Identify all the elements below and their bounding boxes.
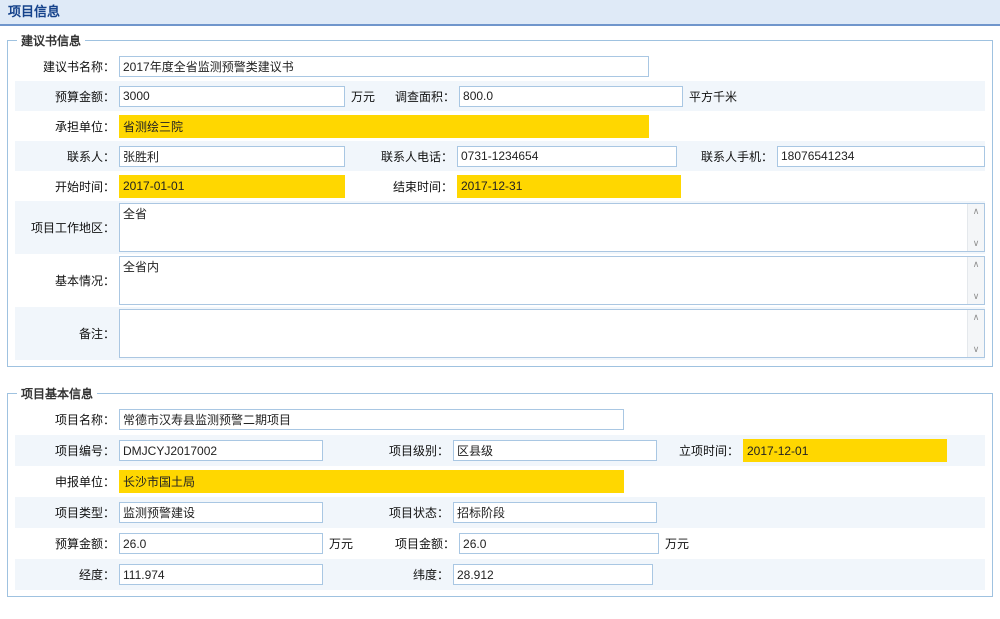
- scroll-up-icon[interactable]: ∧: [973, 260, 980, 269]
- undertaking-unit-input[interactable]: [119, 115, 649, 138]
- longitude-label: 经度：: [15, 566, 115, 583]
- project-budget-unit: 万元: [329, 535, 353, 552]
- project-code-row: 项目编号： 项目级别： 立项时间：: [15, 435, 985, 466]
- project-fieldset: 项目基本信息 项目名称： 项目编号： 项目级别： 立项时间： 申报单位： 项目类…: [7, 385, 993, 597]
- scroll-down-icon[interactable]: ∨: [973, 345, 980, 354]
- proposal-budget-label: 预算金额：: [15, 88, 115, 105]
- project-info-page: 项目信息 建议书信息 建议书名称： 预算金额： 万元 调查面积： 平方千米 承担…: [0, 0, 1000, 619]
- project-code-label: 项目编号：: [15, 442, 115, 459]
- start-date-input[interactable]: [119, 175, 345, 198]
- project-name-row: 项目名称：: [15, 404, 985, 435]
- project-type-label: 项目类型：: [15, 504, 115, 521]
- project-type-input[interactable]: [119, 502, 323, 523]
- project-type-row: 项目类型： 项目状态：: [15, 497, 985, 528]
- coordinates-row: 经度： 纬度：: [15, 559, 985, 590]
- scroll-up-icon[interactable]: ∧: [973, 207, 980, 216]
- approval-date-input[interactable]: [743, 439, 947, 462]
- project-amount-unit: 万元: [665, 535, 689, 552]
- page-title: 项目信息: [8, 4, 60, 19]
- proposal-legend: 建议书信息: [17, 32, 85, 49]
- declare-unit-input[interactable]: [119, 470, 624, 493]
- work-area-row: 项目工作地区： 全省 ∧ ∨: [15, 201, 985, 254]
- remark-textarea[interactable]: [120, 310, 967, 357]
- survey-area-input[interactable]: [459, 86, 683, 107]
- remark-row: 备注： ∧ ∨: [15, 307, 985, 360]
- work-area-scrollbar[interactable]: ∧ ∨: [967, 204, 984, 251]
- scroll-up-icon[interactable]: ∧: [973, 313, 980, 322]
- project-name-label: 项目名称：: [15, 411, 115, 428]
- proposal-budget-unit: 万元: [351, 88, 375, 105]
- proposal-name-label: 建议书名称：: [15, 58, 115, 75]
- project-name-input[interactable]: [119, 409, 624, 430]
- contact-input[interactable]: [119, 146, 345, 167]
- project-budget-label: 预算金额：: [15, 535, 115, 552]
- start-date-label: 开始时间：: [15, 178, 115, 195]
- declare-unit-label: 申报单位：: [15, 473, 115, 490]
- declare-unit-row: 申报单位：: [15, 466, 985, 497]
- contact-phone-input[interactable]: [457, 146, 677, 167]
- basic-info-textarea[interactable]: 全省内: [120, 257, 967, 304]
- project-status-input[interactable]: [453, 502, 657, 523]
- remark-textarea-frame: ∧ ∨: [119, 309, 985, 358]
- contact-row: 联系人： 联系人电话： 联系人手机：: [15, 141, 985, 171]
- work-area-textarea-frame: 全省 ∧ ∨: [119, 203, 985, 252]
- proposal-name-input[interactable]: [119, 56, 649, 77]
- latitude-label: 纬度：: [323, 566, 449, 583]
- contact-mobile-input[interactable]: [777, 146, 985, 167]
- latitude-input[interactable]: [453, 564, 653, 585]
- page-header: 项目信息: [0, 0, 1000, 26]
- project-legend: 项目基本信息: [17, 385, 97, 402]
- contact-phone-label: 联系人电话：: [345, 148, 453, 165]
- end-date-input[interactable]: [457, 175, 681, 198]
- work-area-textarea[interactable]: 全省: [120, 204, 967, 251]
- remark-label: 备注：: [15, 325, 115, 342]
- project-amount-input[interactable]: [459, 533, 659, 554]
- project-budget-input[interactable]: [119, 533, 323, 554]
- dates-row: 开始时间： 结束时间：: [15, 171, 985, 201]
- basic-info-textarea-frame: 全省内 ∧ ∨: [119, 256, 985, 305]
- project-level-input[interactable]: [453, 440, 657, 461]
- undertaking-unit-label: 承担单位：: [15, 118, 115, 135]
- remark-scrollbar[interactable]: ∧ ∨: [967, 310, 984, 357]
- scroll-down-icon[interactable]: ∨: [973, 239, 980, 248]
- undertaking-unit-row: 承担单位：: [15, 111, 985, 141]
- project-amount-label: 项目金额：: [361, 535, 455, 552]
- project-status-label: 项目状态：: [323, 504, 449, 521]
- survey-area-label: 调查面积：: [383, 88, 455, 105]
- basic-info-row: 基本情况： 全省内 ∧ ∨: [15, 254, 985, 307]
- contact-label: 联系人：: [15, 148, 115, 165]
- proposal-name-row: 建议书名称：: [15, 51, 985, 81]
- project-budget-row: 预算金额： 万元 项目金额： 万元: [15, 528, 985, 559]
- work-area-label: 项目工作地区：: [15, 219, 115, 236]
- approval-date-label: 立项时间：: [657, 442, 739, 459]
- longitude-input[interactable]: [119, 564, 323, 585]
- contact-mobile-label: 联系人手机：: [677, 148, 773, 165]
- scroll-down-icon[interactable]: ∨: [973, 292, 980, 301]
- project-code-input[interactable]: [119, 440, 323, 461]
- survey-area-unit: 平方千米: [689, 88, 737, 105]
- proposal-fieldset: 建议书信息 建议书名称： 预算金额： 万元 调查面积： 平方千米 承担单位： 联…: [7, 32, 993, 367]
- proposal-budget-input[interactable]: [119, 86, 345, 107]
- project-level-label: 项目级别：: [323, 442, 449, 459]
- proposal-budget-row: 预算金额： 万元 调查面积： 平方千米: [15, 81, 985, 111]
- basic-info-label: 基本情况：: [15, 272, 115, 289]
- end-date-label: 结束时间：: [345, 178, 453, 195]
- basic-info-scrollbar[interactable]: ∧ ∨: [967, 257, 984, 304]
